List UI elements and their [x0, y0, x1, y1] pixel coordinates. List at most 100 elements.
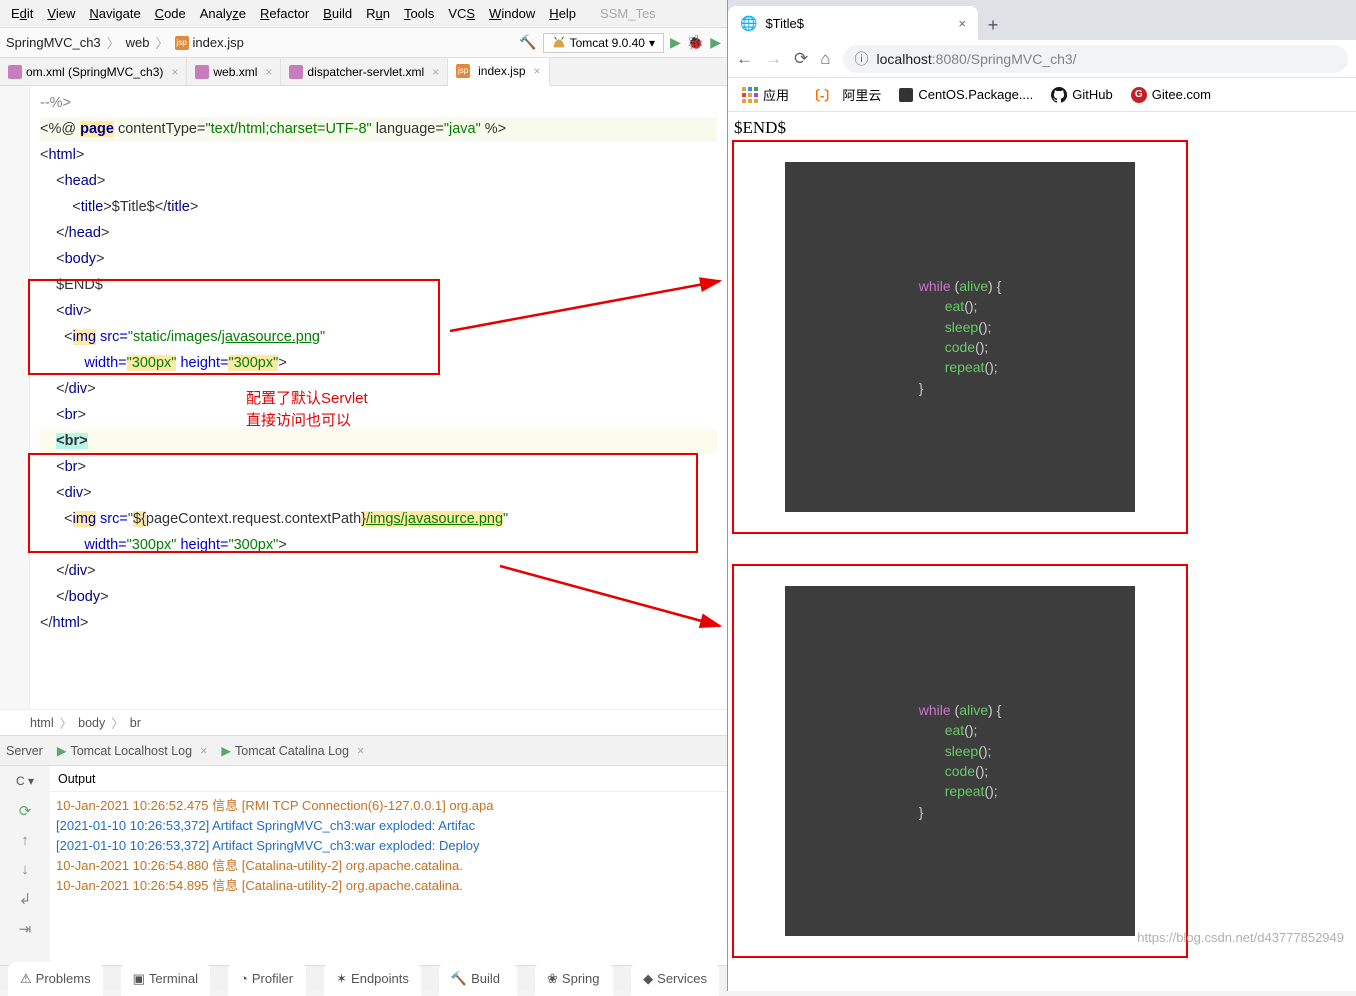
menu-code[interactable]: Code: [148, 6, 193, 21]
bm-aliyun[interactable]: 〔-〕阿里云: [807, 85, 881, 104]
menu-analyze[interactable]: Analyze: [193, 6, 253, 21]
export-icon[interactable]: ⇥: [19, 920, 32, 938]
bm-centos[interactable]: CentOS.Package....: [899, 87, 1033, 102]
menu-navigate[interactable]: Navigate: [82, 6, 147, 21]
annotation-box-2: [28, 453, 698, 553]
code-editor[interactable]: --%> <%@ page contentType="text/html;cha…: [0, 86, 727, 709]
services-icon: ◆: [643, 971, 653, 987]
back-icon[interactable]: ←: [736, 49, 753, 69]
site-info-icon[interactable]: ⓘ: [855, 49, 869, 69]
image-box-2: while (alive) { eat(); sleep(); code(); …: [732, 564, 1188, 958]
jsp-icon: jsp: [456, 64, 470, 78]
build-icon[interactable]: 🔨: [519, 34, 536, 51]
bm-apps[interactable]: 应用: [742, 85, 789, 104]
breadcrumb-bar: html〉 body〉 br: [0, 709, 727, 735]
tomcat-icon: [552, 36, 566, 50]
jsp-icon: jsp: [175, 36, 189, 50]
bookmarks-bar: 应用 〔-〕阿里云 CentOS.Package.... GitHub GGit…: [728, 78, 1356, 112]
menu-help[interactable]: Help: [542, 6, 583, 21]
bm-github[interactable]: GitHub: [1051, 87, 1112, 103]
tab-localhost-log[interactable]: ▶Tomcat Localhost Log×: [57, 743, 208, 758]
close-icon[interactable]: ×: [432, 65, 439, 79]
close-icon[interactable]: ×: [265, 65, 272, 79]
up-icon[interactable]: ↑: [21, 832, 29, 849]
page-text-end: $END$: [734, 118, 1352, 138]
crumb-sep: 〉: [107, 33, 120, 52]
new-tab-button[interactable]: +: [978, 10, 1008, 40]
project-name-grey: SSM_Tes: [593, 6, 663, 21]
menu-refactor[interactable]: Refactor: [253, 6, 316, 21]
run-configuration-dropdown[interactable]: Tomcat 9.0.40 ▾: [543, 33, 664, 53]
dropdown-icon: ▾: [649, 36, 655, 50]
output-header: Output: [50, 766, 727, 792]
address-bar[interactable]: ⓘ localhost:8080/SpringMVC_ch3/: [843, 45, 1348, 73]
btab-services[interactable]: ◆Services: [631, 962, 719, 996]
close-icon[interactable]: ×: [171, 65, 178, 79]
tab-pom[interactable]: om.xml (SpringMVC_ch3)×: [0, 58, 187, 86]
terminal-icon: ▣: [133, 971, 145, 987]
rerun-icon[interactable]: ⟳: [19, 802, 32, 820]
menu-tools[interactable]: Tools: [397, 6, 441, 21]
btab-spring[interactable]: ❀Spring: [535, 962, 613, 996]
menu-view[interactable]: View: [40, 6, 82, 21]
menu-vcs[interactable]: VCS: [441, 6, 482, 21]
home-icon[interactable]: ⌂: [820, 49, 830, 69]
browser-toolbar: ← → ⟳ ⌂ ⓘ localhost:8080/SpringMVC_ch3/: [728, 40, 1356, 78]
warning-icon: ⚠: [20, 971, 32, 987]
browser-tab[interactable]: 🌐 $Title$ ×: [728, 6, 978, 40]
play-icon: ▶: [57, 743, 67, 758]
tab-server[interactable]: Server: [6, 744, 43, 758]
run-tabs: Server ▶Tomcat Localhost Log× ▶Tomcat Ca…: [0, 735, 727, 765]
rendered-image-1: while (alive) { eat(); sleep(); code(); …: [785, 162, 1135, 512]
ide-window: Edit View Navigate Code Analyze Refactor…: [0, 0, 728, 991]
crumb-folder[interactable]: web: [126, 35, 150, 50]
github-icon: [1051, 87, 1067, 103]
btab-endpoints[interactable]: ✶Endpoints: [324, 962, 421, 996]
page-content: $END$ while (alive) { eat(); sleep(); co…: [728, 112, 1356, 991]
play-icon: ▶: [221, 743, 231, 758]
wrap-icon[interactable]: ↲: [19, 890, 32, 908]
output-text[interactable]: 10-Jan-2021 10:26:52.475 信息 [RMI TCP Con…: [50, 792, 727, 965]
editor-gutter: [0, 86, 30, 709]
crumb-html[interactable]: html: [30, 716, 54, 730]
btab-profiler[interactable]: ◔Profiler: [228, 962, 306, 996]
close-icon[interactable]: ×: [200, 744, 207, 758]
aliyun-icon: 〔-〕: [807, 85, 837, 104]
image-box-1: while (alive) { eat(); sleep(); code(); …: [732, 140, 1188, 534]
btab-terminal[interactable]: ▣Terminal: [121, 962, 210, 996]
xml-icon: [289, 65, 303, 79]
menubar: Edit View Navigate Code Analyze Refactor…: [0, 0, 727, 28]
tab-webxml[interactable]: web.xml×: [187, 58, 281, 86]
tab-dispatcher[interactable]: dispatcher-servlet.xml×: [281, 58, 448, 86]
tab-catalina-log[interactable]: ▶Tomcat Catalina Log×: [221, 743, 364, 758]
crumb-project[interactable]: SpringMVC_ch3: [6, 35, 101, 50]
crumb-br[interactable]: br: [130, 716, 141, 730]
menu-run[interactable]: Run: [359, 6, 397, 21]
navigation-bar: SpringMVC_ch3 〉 web 〉 jsp index.jsp 🔨 To…: [0, 28, 727, 58]
forward-icon[interactable]: →: [765, 49, 782, 69]
btab-problems[interactable]: ⚠Problems: [8, 962, 103, 996]
close-icon[interactable]: ×: [958, 16, 966, 31]
xml-icon: [195, 65, 209, 79]
close-icon[interactable]: ×: [534, 64, 541, 78]
crumb-file[interactable]: index.jsp: [193, 35, 244, 50]
tab-indexjsp[interactable]: jspindex.jsp×: [448, 58, 549, 86]
menu-build[interactable]: Build: [316, 6, 359, 21]
close-icon[interactable]: ×: [357, 744, 364, 758]
run-coverage-icon[interactable]: ▶: [710, 34, 721, 51]
run-config-label: Tomcat 9.0.40: [570, 36, 645, 50]
menu-window[interactable]: Window: [482, 6, 542, 21]
profiler-icon: ◔: [240, 971, 248, 986]
endpoints-icon: ✶: [336, 971, 347, 987]
crumb-body[interactable]: body: [78, 716, 105, 730]
bm-gitee[interactable]: GGitee.com: [1131, 87, 1211, 103]
reload-icon[interactable]: ⟳: [794, 49, 808, 69]
btab-build[interactable]: 🔨Build: [439, 962, 517, 996]
run-icon[interactable]: ▶: [670, 34, 681, 51]
down-icon[interactable]: ↓: [21, 861, 29, 878]
globe-icon: 🌐: [740, 15, 757, 32]
debug-icon[interactable]: 🐞: [687, 34, 704, 51]
rendered-image-2: while (alive) { eat(); sleep(); code(); …: [785, 586, 1135, 936]
output-side-label[interactable]: C ▾: [13, 772, 37, 790]
menu-edit[interactable]: Edit: [4, 6, 40, 21]
